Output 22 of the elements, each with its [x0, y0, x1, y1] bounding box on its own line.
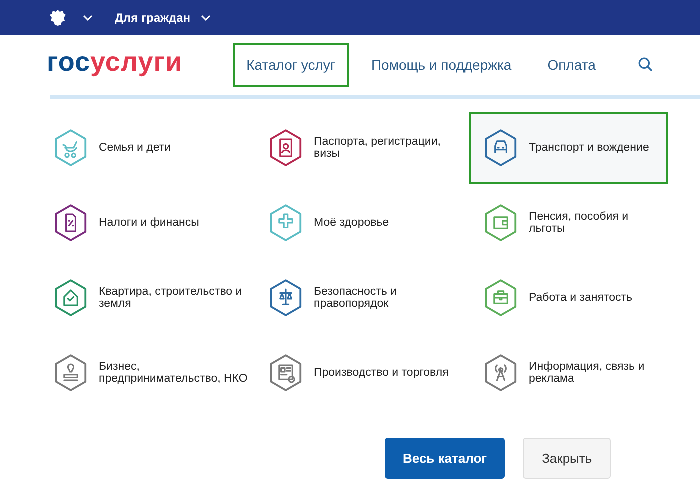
category-item[interactable]: Транспорт и вождение — [469, 112, 668, 184]
nav-link[interactable]: Помощь и поддержка — [357, 43, 526, 87]
chevron-down-icon — [200, 14, 211, 20]
category-item[interactable]: Семья и дети — [39, 112, 254, 184]
citizens-menu[interactable]: Для граждан — [115, 10, 211, 24]
category-item[interactable]: Пенсия, пособия и льготы — [469, 187, 668, 259]
catalog-button[interactable]: Весь каталог — [385, 438, 506, 479]
nav-link[interactable]: Каталог услуг — [232, 43, 350, 87]
category-item[interactable]: Квартира, строительство и земля — [39, 262, 254, 334]
category-item[interactable]: Информация, связь и реклама — [469, 337, 668, 409]
category-item[interactable]: Налоги и финансы — [39, 187, 254, 259]
site-logo[interactable]: госуслуги — [47, 46, 183, 78]
category-item[interactable]: Безопасность и правопорядок — [254, 262, 469, 334]
category-item[interactable]: Паспорта, регистрации, визы — [254, 112, 469, 184]
chevron-down-icon[interactable] — [83, 14, 93, 20]
search-icon[interactable] — [638, 57, 654, 73]
category-item[interactable]: Производство и торговля — [254, 337, 469, 409]
category-item[interactable]: Бизнес, предпринимательство, НКО — [39, 337, 254, 409]
nav-link[interactable]: Оплата — [534, 43, 610, 87]
category-item[interactable]: Работа и занятость — [469, 262, 668, 334]
category-item[interactable]: Моё здоровье — [254, 187, 469, 259]
close-button[interactable]: Закрыть — [523, 438, 612, 479]
